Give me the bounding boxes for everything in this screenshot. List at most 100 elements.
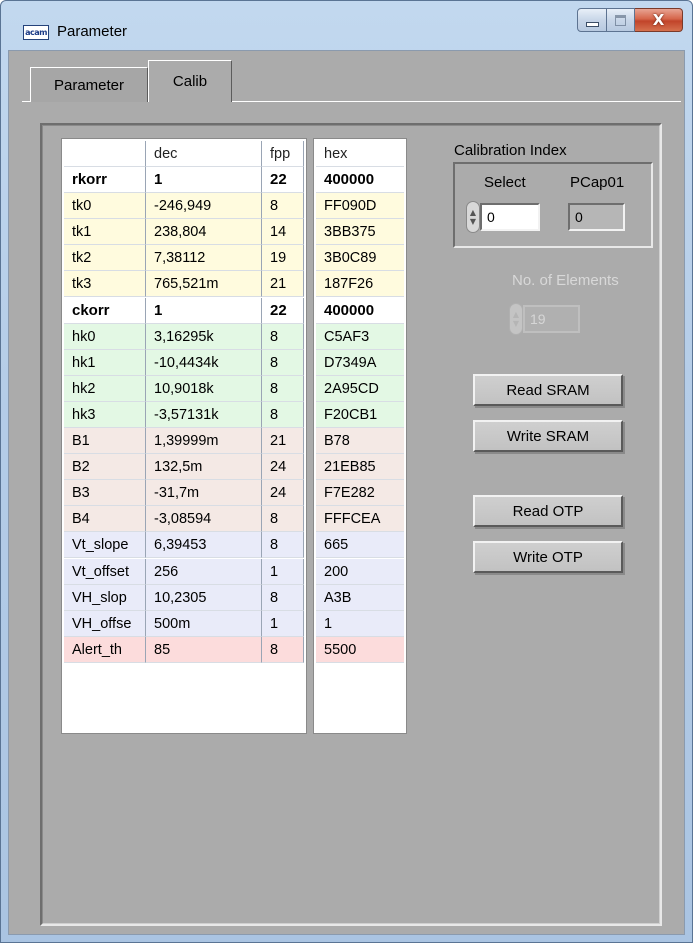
select-input[interactable]: 0 <box>480 203 540 231</box>
row-dec-cell[interactable]: -246,949 <box>146 193 262 220</box>
row-hex-cell[interactable]: 187F26 <box>316 271 404 298</box>
row-hex-cell[interactable]: D7349A <box>316 349 404 376</box>
row-dec-cell[interactable]: -31,7m <box>146 480 262 507</box>
spin-down-icon: ▼ <box>512 319 520 328</box>
row-hex-cell[interactable]: 665 <box>316 532 404 559</box>
row-hex-cell[interactable]: F20CB1 <box>316 401 404 428</box>
window-controls: X <box>577 8 683 34</box>
table-row: rkorr 1 22 <box>62 167 306 193</box>
row-hex-cell[interactable]: C5AF3 <box>316 323 404 350</box>
row-dec-cell[interactable]: 132,5m <box>146 454 262 481</box>
row-dec-cell[interactable]: 6,39453 <box>146 532 262 559</box>
row-hex-cell[interactable]: 200 <box>316 558 404 585</box>
row-dec-cell[interactable]: -3,08594 <box>146 506 262 533</box>
table-row: C5AF3 <box>314 323 406 350</box>
row-dec-cell[interactable]: 256 <box>146 558 262 585</box>
row-dec-cell[interactable]: 1,39999m <box>146 428 262 454</box>
table-row: D7349A <box>314 349 406 376</box>
row-hex-cell[interactable]: 3BB375 <box>316 219 404 246</box>
row-hex-cell[interactable]: 1 <box>316 610 404 637</box>
table-header-row: dec fpp <box>62 141 306 167</box>
table-row: ckorr 1 22 <box>62 297 306 324</box>
row-fpp-cell[interactable]: 19 <box>262 245 304 272</box>
row-hex-cell[interactable]: 21EB85 <box>316 454 404 481</box>
read-sram-button[interactable]: Read SRAM <box>473 374 623 406</box>
row-fpp-cell[interactable]: 8 <box>262 506 304 533</box>
table-row: hk3 -3,57131k 8 <box>62 401 306 428</box>
row-fpp-cell[interactable]: 22 <box>262 297 304 324</box>
row-dec-cell[interactable]: 765,521m <box>146 271 262 298</box>
close-icon: X <box>652 11 665 29</box>
row-hex-cell[interactable]: 3B0C89 <box>316 245 404 272</box>
hex-table: hex 400000 FF090D 3BB375 3B0C89 187F26 400000… <box>313 138 407 734</box>
minimize-button[interactable] <box>577 8 607 32</box>
row-dec-cell[interactable]: 500m <box>146 610 262 637</box>
row-name-cell: VH_slop <box>64 584 146 611</box>
row-hex-cell[interactable]: F7E282 <box>316 480 404 507</box>
table-row: Vt_offset 256 1 <box>62 558 306 585</box>
row-name-cell: ckorr <box>64 297 146 324</box>
row-dec-cell[interactable]: 7,38112 <box>146 245 262 272</box>
row-fpp-cell[interactable]: 8 <box>262 375 304 402</box>
tab-calib[interactable]: Calib <box>148 60 232 102</box>
tab-parameter[interactable]: Parameter <box>30 67 148 102</box>
table-row: tk1 238,804 14 <box>62 219 306 246</box>
row-dec-cell[interactable]: -10,4434k <box>146 349 262 376</box>
row-hex-cell[interactable]: FF090D <box>316 193 404 220</box>
row-fpp-cell[interactable]: 21 <box>262 428 304 454</box>
row-hex-cell[interactable]: 2A95CD <box>316 375 404 402</box>
row-dec-cell[interactable]: -3,57131k <box>146 401 262 428</box>
row-hex-cell[interactable]: 400000 <box>316 167 404 193</box>
row-fpp-cell[interactable]: 14 <box>262 219 304 246</box>
row-fpp-cell[interactable]: 8 <box>262 401 304 428</box>
table-row: tk3 765,521m 21 <box>62 271 306 298</box>
row-fpp-cell[interactable]: 8 <box>262 532 304 559</box>
row-name-cell: B2 <box>64 454 146 481</box>
row-fpp-cell[interactable]: 22 <box>262 167 304 193</box>
select-spinner[interactable]: ▲ ▼ <box>466 201 480 233</box>
tab-divider <box>22 101 30 102</box>
row-dec-cell[interactable]: 1 <box>146 167 262 193</box>
row-dec-cell[interactable]: 1 <box>146 297 262 324</box>
table-row: hk1 -10,4434k 8 <box>62 349 306 376</box>
select-label: Select <box>484 174 526 191</box>
calibration-index-label: Calibration Index <box>454 142 567 159</box>
close-button[interactable]: X <box>635 8 683 32</box>
row-fpp-cell[interactable]: 8 <box>262 323 304 350</box>
row-name-cell: hk1 <box>64 349 146 376</box>
window-title: Parameter <box>57 23 128 40</box>
table-row: hk0 3,16295k 8 <box>62 323 306 350</box>
row-fpp-cell[interactable]: 8 <box>262 193 304 220</box>
row-fpp-cell[interactable]: 1 <box>262 558 304 585</box>
row-hex-cell[interactable]: B78 <box>316 428 404 454</box>
maximize-button[interactable] <box>607 8 635 32</box>
row-fpp-cell[interactable]: 21 <box>262 271 304 298</box>
row-dec-cell[interactable]: 10,2305 <box>146 584 262 611</box>
table-header-row: hex <box>314 141 406 167</box>
elements-label: No. of Elements <box>512 272 619 289</box>
row-name-cell: Alert_th <box>64 636 146 663</box>
read-otp-button[interactable]: Read OTP <box>473 495 623 527</box>
write-sram-button[interactable]: Write SRAM <box>473 420 623 452</box>
row-fpp-cell[interactable]: 8 <box>262 636 304 663</box>
row-dec-cell[interactable]: 10,9018k <box>146 375 262 402</box>
row-fpp-cell[interactable]: 24 <box>262 480 304 507</box>
table-row: 21EB85 <box>314 454 406 481</box>
pcap-label: PCap01 <box>570 174 625 191</box>
elements-input: 19 <box>523 305 580 333</box>
write-otp-button[interactable]: Write OTP <box>473 541 623 573</box>
row-hex-cell[interactable]: FFFCEA <box>316 506 404 533</box>
row-hex-cell[interactable]: A3B <box>316 584 404 611</box>
row-fpp-cell[interactable]: 8 <box>262 349 304 376</box>
row-dec-cell[interactable]: 85 <box>146 636 262 663</box>
spin-down-icon: ▼ <box>469 217 477 226</box>
maximize-icon <box>615 14 626 26</box>
row-hex-cell[interactable]: 5500 <box>316 636 404 663</box>
row-fpp-cell[interactable]: 8 <box>262 584 304 611</box>
row-hex-cell[interactable]: 400000 <box>316 298 404 324</box>
row-fpp-cell[interactable]: 24 <box>262 454 304 481</box>
title-bar[interactable]: acam Parameter X <box>1 1 692 51</box>
row-fpp-cell[interactable]: 1 <box>262 610 304 637</box>
row-dec-cell[interactable]: 3,16295k <box>146 323 262 350</box>
row-dec-cell[interactable]: 238,804 <box>146 219 262 246</box>
